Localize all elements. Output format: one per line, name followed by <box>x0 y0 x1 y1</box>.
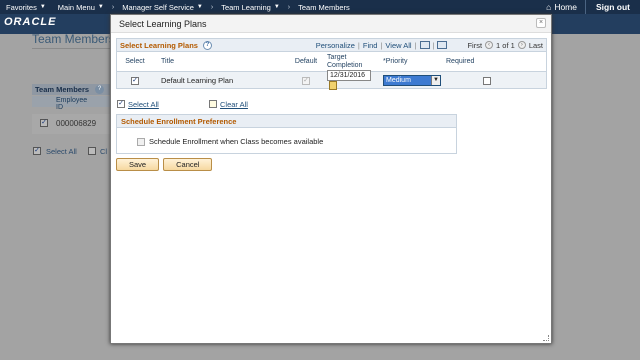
page-title: Team Members <box>32 32 115 46</box>
page-info: 1 of 1 <box>496 40 515 50</box>
plan-title: Default Learning Plan <box>161 75 234 85</box>
required-cell <box>441 75 501 85</box>
clear-all-link: Cl <box>100 147 108 156</box>
nav-favorites[interactable]: Favorites ▼ <box>0 3 52 12</box>
nav-team-learning-label: Team Learning <box>221 2 271 12</box>
download-spreadsheet-icon[interactable] <box>437 41 448 49</box>
col-target-completion: Target Completion <box>327 53 363 69</box>
dropdown-arrow-icon: ▼ <box>196 4 203 10</box>
dropdown-arrow-icon: ▼ <box>97 4 104 10</box>
select-clear-links: ✓ Select All Clear All <box>116 99 416 111</box>
help-icon[interactable]: ? <box>202 40 212 50</box>
priority-value: Medium <box>384 75 431 85</box>
oracle-logo: ORACLE <box>4 16 57 28</box>
dropdown-arrow-icon: ▼ <box>273 4 280 10</box>
col-select: Select <box>125 57 145 65</box>
employee-select-checkbox: ✓ <box>40 119 48 127</box>
learning-plans-grid: Select Learning Plans ? Personalize | Fi… <box>116 38 547 91</box>
top-navigation-bar: Favorites ▼ Main Menu ▼ › Manager Self S… <box>0 0 640 14</box>
nav-team-members[interactable]: Team Members <box>292 3 356 12</box>
schedule-enrollment-label: Schedule Enrollment when Class becomes a… <box>149 137 324 146</box>
help-icon: ? <box>95 85 104 94</box>
chevron-down-icon: ▼ <box>431 75 440 85</box>
grid-toolbar: Personalize | Find | View All | | First … <box>316 41 543 50</box>
previous-arrow-icon[interactable]: ‹ <box>485 41 494 49</box>
find-link[interactable]: Find <box>363 41 378 50</box>
nav-team-members-label: Team Members <box>298 2 350 12</box>
default-checkbox: ✓ <box>302 76 310 85</box>
nav-team-learning[interactable]: Team Learning ▼ <box>215 3 286 12</box>
default-cell: ✓ <box>291 75 321 85</box>
col-required: Required <box>446 57 475 65</box>
nav-manager-self-service[interactable]: Manager Self Service ▼ <box>116 3 209 12</box>
required-checkbox[interactable] <box>483 76 491 85</box>
section-body: Schedule Enrollment when Class becomes a… <box>117 128 456 146</box>
nav-manager-self-service-label: Manager Self Service <box>122 2 194 12</box>
clear-all-checkbox <box>88 147 96 155</box>
divider: | <box>380 40 383 50</box>
select-all-checkbox[interactable]: ✓ <box>117 100 125 108</box>
priority-cell: Medium ▼ <box>379 74 441 86</box>
nav-main-menu-label: Main Menu <box>57 2 95 12</box>
home-label: Home <box>554 2 577 12</box>
target-completion-input[interactable]: 12/31/2016 <box>327 69 371 81</box>
cancel-button[interactable]: Cancel <box>163 158 213 171</box>
personalize-link[interactable]: Personalize <box>316 41 355 50</box>
select-plan-checkbox[interactable]: ✓ <box>131 76 139 85</box>
grid-header: Select Learning Plans ? Personalize | Fi… <box>116 38 547 52</box>
view-all-link[interactable]: View All <box>385 41 411 50</box>
divider: | <box>432 40 435 50</box>
table-row: ✓ Default Learning Plan ✓ 12/31/2016 Med… <box>116 69 547 91</box>
sign-out-link[interactable]: Sign out <box>585 0 640 14</box>
resize-handle[interactable] <box>543 335 549 341</box>
col-title: Title <box>161 57 174 65</box>
select-all-link: Select All <box>46 147 77 156</box>
select-all-link[interactable]: Select All <box>128 100 159 109</box>
dialog-title-bar[interactable]: Select Learning Plans × <box>111 15 551 33</box>
title-divider <box>32 48 112 49</box>
col-priority: *Priority <box>383 57 408 65</box>
clear-all-link[interactable]: Clear All <box>220 100 248 109</box>
select-learning-plans-dialog: Select Learning Plans × Select Learning … <box>110 14 552 344</box>
calendar-icon[interactable] <box>329 81 337 91</box>
dropdown-arrow-icon: ▼ <box>39 4 46 10</box>
section-title: Schedule Enrollment Preference <box>117 115 456 128</box>
sign-out-label: Sign out <box>596 2 630 12</box>
select-cell: ✓ <box>117 75 153 85</box>
employee-id-value: 000006829 <box>56 119 97 128</box>
divider: | <box>414 40 417 50</box>
priority-select[interactable]: Medium ▼ <box>383 74 441 86</box>
new-window-icon[interactable] <box>419 41 430 49</box>
close-icon[interactable]: × <box>536 18 546 28</box>
employee-id-column-header: Employee ID <box>32 96 112 111</box>
schedule-enrollment-section: Schedule Enrollment Preference Schedule … <box>116 114 457 154</box>
col-default: Default <box>294 57 318 65</box>
target-completion-cell: 12/31/2016 <box>321 69 379 91</box>
schedule-enrollment-checkbox[interactable] <box>137 137 145 146</box>
dialog-title: Select Learning Plans <box>119 19 207 29</box>
grid-title: Select Learning Plans <box>120 40 198 50</box>
last-link[interactable]: Last <box>529 41 543 50</box>
nav-favorites-label: Favorites <box>6 2 37 12</box>
divider: | <box>357 40 360 50</box>
dialog-buttons: Save Cancel <box>116 158 213 171</box>
first-link[interactable]: First <box>467 41 482 50</box>
next-arrow-icon[interactable]: › <box>517 41 526 49</box>
nav-main-menu[interactable]: Main Menu ▼ <box>52 3 110 12</box>
clear-all-checkbox[interactable] <box>209 100 217 108</box>
save-button[interactable]: Save <box>116 158 160 171</box>
select-all-checkbox: ✓ <box>33 147 41 155</box>
home-link[interactable]: ⌂ Home <box>538 0 585 14</box>
home-icon: ⌂ <box>546 2 552 12</box>
